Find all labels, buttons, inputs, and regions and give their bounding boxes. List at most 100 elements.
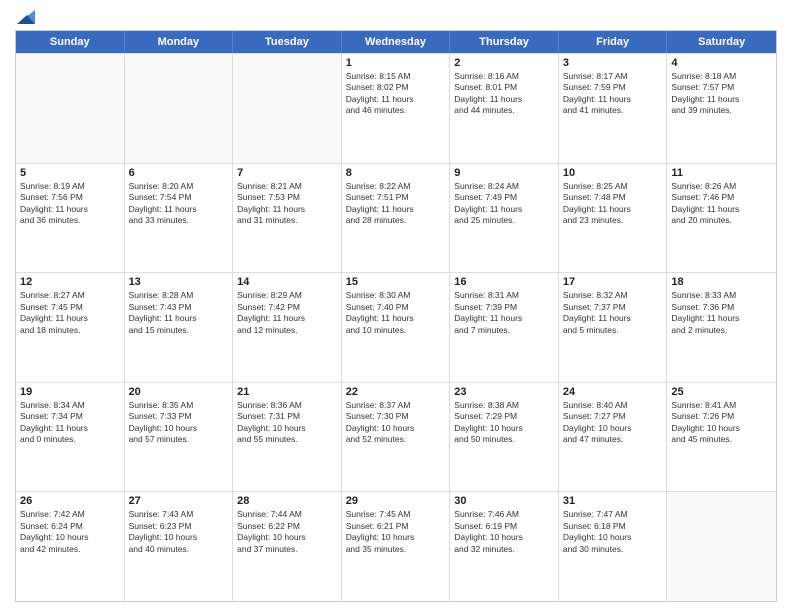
- calendar-header-cell: Wednesday: [342, 31, 451, 53]
- cell-info: Sunrise: 8:15 AM Sunset: 8:02 PM Dayligh…: [346, 71, 446, 117]
- cell-day-number: 2: [454, 57, 554, 69]
- cell-day-number: 13: [129, 276, 229, 288]
- cell-info: Sunrise: 8:17 AM Sunset: 7:59 PM Dayligh…: [563, 71, 663, 117]
- cell-info: Sunrise: 8:41 AM Sunset: 7:26 PM Dayligh…: [671, 400, 772, 446]
- calendar-cell: 14 Sunrise: 8:29 AM Sunset: 7:42 PM Dayli…: [233, 273, 342, 382]
- cell-info: Sunrise: 8:35 AM Sunset: 7:33 PM Dayligh…: [129, 400, 229, 446]
- calendar-cell: 12 Sunrise: 8:27 AM Sunset: 7:45 PM Dayli…: [16, 273, 125, 382]
- calendar-cell: 9 Sunrise: 8:24 AM Sunset: 7:49 PM Daylig…: [450, 164, 559, 273]
- cell-day-number: 14: [237, 276, 337, 288]
- cell-info: Sunrise: 8:36 AM Sunset: 7:31 PM Dayligh…: [237, 400, 337, 446]
- calendar-cell: 2 Sunrise: 8:16 AM Sunset: 8:01 PM Daylig…: [450, 54, 559, 163]
- calendar-cell: 22 Sunrise: 8:37 AM Sunset: 7:30 PM Dayli…: [342, 383, 451, 492]
- cell-info: Sunrise: 8:34 AM Sunset: 7:34 PM Dayligh…: [20, 400, 120, 446]
- calendar-row: 19 Sunrise: 8:34 AM Sunset: 7:34 PM Dayli…: [16, 382, 776, 492]
- calendar-cell: 1Sunrise: 8:15 AM Sunset: 8:02 PM Daylig…: [342, 54, 451, 163]
- cell-info: Sunrise: 8:33 AM Sunset: 7:36 PM Dayligh…: [671, 290, 772, 336]
- cell-info: Sunrise: 7:42 AM Sunset: 6:24 PM Dayligh…: [20, 509, 120, 555]
- calendar-cell: 30Sunrise: 7:46 AM Sunset: 6:19 PM Dayli…: [450, 492, 559, 601]
- cell-info: Sunrise: 8:24 AM Sunset: 7:49 PM Dayligh…: [454, 181, 554, 227]
- cell-day-number: 10: [563, 167, 663, 179]
- logo: [15, 10, 35, 24]
- cell-info: Sunrise: 8:29 AM Sunset: 7:42 PM Dayligh…: [237, 290, 337, 336]
- calendar-cell: 31 Sunrise: 7:47 AM Sunset: 6:18 PM Dayli…: [559, 492, 668, 601]
- cell-info: Sunrise: 8:38 AM Sunset: 7:29 PM Dayligh…: [454, 400, 554, 446]
- calendar-cell: 3 Sunrise: 8:17 AM Sunset: 7:59 PM Daylig…: [559, 54, 668, 163]
- cell-info: Sunrise: 8:16 AM Sunset: 8:01 PM Dayligh…: [454, 71, 554, 117]
- cell-info: Sunrise: 7:46 AM Sunset: 6:19 PM Dayligh…: [454, 509, 554, 555]
- cell-info: Sunrise: 8:26 AM Sunset: 7:46 PM Dayligh…: [671, 181, 772, 227]
- calendar-cell: 8 Sunrise: 8:22 AM Sunset: 7:51 PM Daylig…: [342, 164, 451, 273]
- cell-day-number: 21: [237, 386, 337, 398]
- cell-day-number: 19: [20, 386, 120, 398]
- cell-day-number: 5: [20, 167, 120, 179]
- cell-info: Sunrise: 7:45 AM Sunset: 6:21 PM Dayligh…: [346, 509, 446, 555]
- calendar-cell: 26Sunrise: 7:42 AM Sunset: 6:24 PM Dayli…: [16, 492, 125, 601]
- cell-info: Sunrise: 7:47 AM Sunset: 6:18 PM Dayligh…: [563, 509, 663, 555]
- calendar-cell: 18 Sunrise: 8:33 AM Sunset: 7:36 PM Dayli…: [667, 273, 776, 382]
- calendar-cell: 23 Sunrise: 8:38 AM Sunset: 7:29 PM Dayli…: [450, 383, 559, 492]
- cell-day-number: 6: [129, 167, 229, 179]
- cell-info: Sunrise: 8:40 AM Sunset: 7:27 PM Dayligh…: [563, 400, 663, 446]
- calendar-cell: 20 Sunrise: 8:35 AM Sunset: 7:33 PM Dayli…: [125, 383, 234, 492]
- cell-day-number: 25: [671, 386, 772, 398]
- cell-info: Sunrise: 8:18 AM Sunset: 7:57 PM Dayligh…: [671, 71, 772, 117]
- calendar-header-cell: Friday: [559, 31, 668, 53]
- cell-info: Sunrise: 8:25 AM Sunset: 7:48 PM Dayligh…: [563, 181, 663, 227]
- calendar-cell: 10 Sunrise: 8:25 AM Sunset: 7:48 PM Dayli…: [559, 164, 668, 273]
- cell-day-number: 18: [671, 276, 772, 288]
- cell-day-number: 23: [454, 386, 554, 398]
- calendar-cell: 24 Sunrise: 8:40 AM Sunset: 7:27 PM Dayli…: [559, 383, 668, 492]
- cell-day-number: 29: [346, 495, 446, 507]
- calendar-header-cell: Monday: [125, 31, 234, 53]
- calendar-header-cell: Sunday: [16, 31, 125, 53]
- calendar-cell: 15Sunrise: 8:30 AM Sunset: 7:40 PM Dayli…: [342, 273, 451, 382]
- calendar: SundayMondayTuesdayWednesdayThursdayFrid…: [15, 30, 777, 602]
- cell-info: Sunrise: 7:44 AM Sunset: 6:22 PM Dayligh…: [237, 509, 337, 555]
- cell-day-number: 12: [20, 276, 120, 288]
- cell-info: Sunrise: 8:28 AM Sunset: 7:43 PM Dayligh…: [129, 290, 229, 336]
- calendar-cell: 4Sunrise: 8:18 AM Sunset: 7:57 PM Daylig…: [667, 54, 776, 163]
- cell-info: Sunrise: 8:37 AM Sunset: 7:30 PM Dayligh…: [346, 400, 446, 446]
- cell-day-number: 28: [237, 495, 337, 507]
- calendar-header-cell: Tuesday: [233, 31, 342, 53]
- cell-day-number: 20: [129, 386, 229, 398]
- cell-info: Sunrise: 8:32 AM Sunset: 7:37 PM Dayligh…: [563, 290, 663, 336]
- calendar-cell: 17Sunrise: 8:32 AM Sunset: 7:37 PM Dayli…: [559, 273, 668, 382]
- calendar-cell: 19 Sunrise: 8:34 AM Sunset: 7:34 PM Dayli…: [16, 383, 125, 492]
- cell-day-number: 16: [454, 276, 554, 288]
- cell-day-number: 7: [237, 167, 337, 179]
- calendar-row: 12 Sunrise: 8:27 AM Sunset: 7:45 PM Dayli…: [16, 272, 776, 382]
- calendar-cell: 27 Sunrise: 7:43 AM Sunset: 6:23 PM Dayli…: [125, 492, 234, 601]
- calendar-cell: 5 Sunrise: 8:19 AM Sunset: 7:56 PM Daylig…: [16, 164, 125, 273]
- page: SundayMondayTuesdayWednesdayThursdayFrid…: [0, 0, 792, 612]
- cell-day-number: 9: [454, 167, 554, 179]
- cell-info: Sunrise: 8:27 AM Sunset: 7:45 PM Dayligh…: [20, 290, 120, 336]
- cell-day-number: 22: [346, 386, 446, 398]
- calendar-cell: 29 Sunrise: 7:45 AM Sunset: 6:21 PM Dayli…: [342, 492, 451, 601]
- calendar-header: SundayMondayTuesdayWednesdayThursdayFrid…: [16, 31, 776, 53]
- calendar-row: 5 Sunrise: 8:19 AM Sunset: 7:56 PM Daylig…: [16, 163, 776, 273]
- cell-day-number: 24: [563, 386, 663, 398]
- cell-day-number: 11: [671, 167, 772, 179]
- calendar-cell: [16, 54, 125, 163]
- calendar-cell: 7 Sunrise: 8:21 AM Sunset: 7:53 PM Daylig…: [233, 164, 342, 273]
- cell-day-number: 15: [346, 276, 446, 288]
- calendar-cell: 13 Sunrise: 8:28 AM Sunset: 7:43 PM Dayli…: [125, 273, 234, 382]
- cell-day-number: 3: [563, 57, 663, 69]
- cell-info: Sunrise: 8:19 AM Sunset: 7:56 PM Dayligh…: [20, 181, 120, 227]
- cell-info: Sunrise: 8:31 AM Sunset: 7:39 PM Dayligh…: [454, 290, 554, 336]
- cell-day-number: 31: [563, 495, 663, 507]
- calendar-cell: 28 Sunrise: 7:44 AM Sunset: 6:22 PM Dayli…: [233, 492, 342, 601]
- calendar-cell: [125, 54, 234, 163]
- calendar-header-cell: Saturday: [667, 31, 776, 53]
- cell-info: Sunrise: 7:43 AM Sunset: 6:23 PM Dayligh…: [129, 509, 229, 555]
- cell-day-number: 8: [346, 167, 446, 179]
- calendar-body: 1Sunrise: 8:15 AM Sunset: 8:02 PM Daylig…: [16, 53, 776, 601]
- calendar-cell: 25 Sunrise: 8:41 AM Sunset: 7:26 PM Dayli…: [667, 383, 776, 492]
- cell-day-number: 27: [129, 495, 229, 507]
- calendar-cell: 21 Sunrise: 8:36 AM Sunset: 7:31 PM Dayli…: [233, 383, 342, 492]
- calendar-cell: 16 Sunrise: 8:31 AM Sunset: 7:39 PM Dayli…: [450, 273, 559, 382]
- cell-info: Sunrise: 8:22 AM Sunset: 7:51 PM Dayligh…: [346, 181, 446, 227]
- cell-info: Sunrise: 8:21 AM Sunset: 7:53 PM Dayligh…: [237, 181, 337, 227]
